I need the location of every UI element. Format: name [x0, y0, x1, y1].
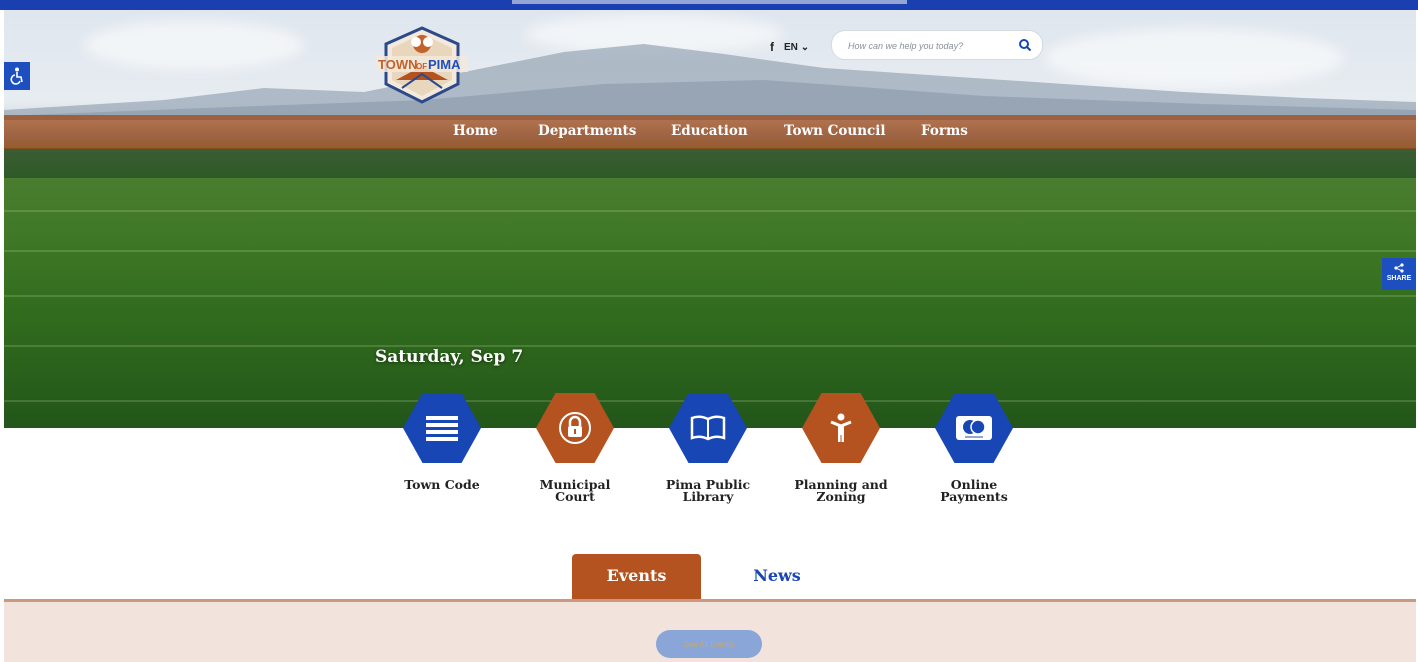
accessibility-button[interactable]	[4, 62, 30, 90]
lock-icon	[559, 412, 591, 444]
search-box	[831, 30, 1043, 60]
language-selector[interactable]: EN ⌄	[784, 42, 809, 53]
quick-link-label: Online Payments	[940, 477, 1008, 504]
hexagon-badge	[403, 393, 481, 463]
search-icon[interactable]	[1018, 38, 1032, 52]
tree-line	[4, 148, 1416, 178]
nav-item-education[interactable]: Education	[671, 123, 748, 139]
open-book-icon	[690, 415, 726, 441]
nav-item-home[interactable]: Home	[453, 123, 498, 139]
quick-link-label: Pima Public Library	[665, 477, 751, 504]
main-nav: Home Departments Education Town Council …	[4, 115, 1416, 149]
tab-events[interactable]: Events	[572, 554, 701, 599]
crop-row	[4, 345, 1416, 347]
top-accent-highlight	[512, 0, 907, 4]
quick-link-label: Municipal Court	[539, 477, 611, 504]
language-label: EN	[784, 41, 798, 53]
nav-item-departments[interactable]: Departments	[538, 123, 636, 139]
hexagon-badge	[802, 393, 880, 463]
quick-link-town-code[interactable]: Town Code	[387, 393, 497, 513]
hero-date: Saturday, Sep 7	[375, 347, 524, 367]
person-icon	[830, 413, 852, 442]
tab-news[interactable]: News	[722, 554, 832, 599]
share-label: SHARE	[1386, 275, 1412, 282]
page: TOWN OF PIMA f EN ⌄ Home Departments Edu…	[4, 10, 1416, 662]
mountain-range	[4, 44, 1416, 120]
search-input[interactable]	[846, 37, 1010, 55]
logo-text-of: OF	[416, 62, 427, 71]
hexagon-badge	[669, 393, 747, 463]
crop-row	[4, 295, 1416, 297]
share-button[interactable]: SHARE	[1382, 258, 1416, 290]
town-logo[interactable]: TOWN OF PIMA	[372, 22, 472, 106]
hexagon-badge	[935, 393, 1013, 463]
quick-link-municipal-court[interactable]: Municipal Court	[520, 393, 630, 513]
quick-link-label: Planning and Zoning	[794, 477, 888, 504]
nav-item-forms[interactable]: Forms	[921, 123, 968, 139]
utility-bar: f EN ⌄	[770, 34, 809, 60]
share-icon	[1394, 263, 1404, 273]
nav-item-town-council[interactable]: Town Council	[784, 123, 886, 139]
hero-banner: TOWN OF PIMA f EN ⌄ Home Departments Edu…	[4, 10, 1416, 428]
wheelchair-icon	[10, 67, 23, 85]
quick-link-online-payments[interactable]: Online Payments	[919, 393, 1029, 513]
hexagon-badge	[536, 393, 614, 463]
crop-row	[4, 210, 1416, 212]
facebook-icon[interactable]: f	[770, 40, 774, 54]
credit-card-icon	[956, 416, 992, 440]
logo-text-town: TOWN	[378, 57, 417, 72]
document-lines-icon	[426, 416, 458, 441]
events-panel: See All Events	[4, 599, 1416, 662]
top-accent-bar	[0, 0, 1418, 10]
see-all-events-button[interactable]: See All Events	[656, 630, 762, 658]
chevron-down-icon: ⌄	[800, 41, 810, 53]
quick-link-pima-public-library[interactable]: Pima Public Library	[653, 393, 763, 513]
quick-link-planning-and-zoning[interactable]: Planning and Zoning	[786, 393, 896, 513]
logo-text-pima: PIMA	[428, 57, 461, 72]
crop-row	[4, 250, 1416, 252]
quick-link-label: Town Code	[404, 477, 480, 492]
